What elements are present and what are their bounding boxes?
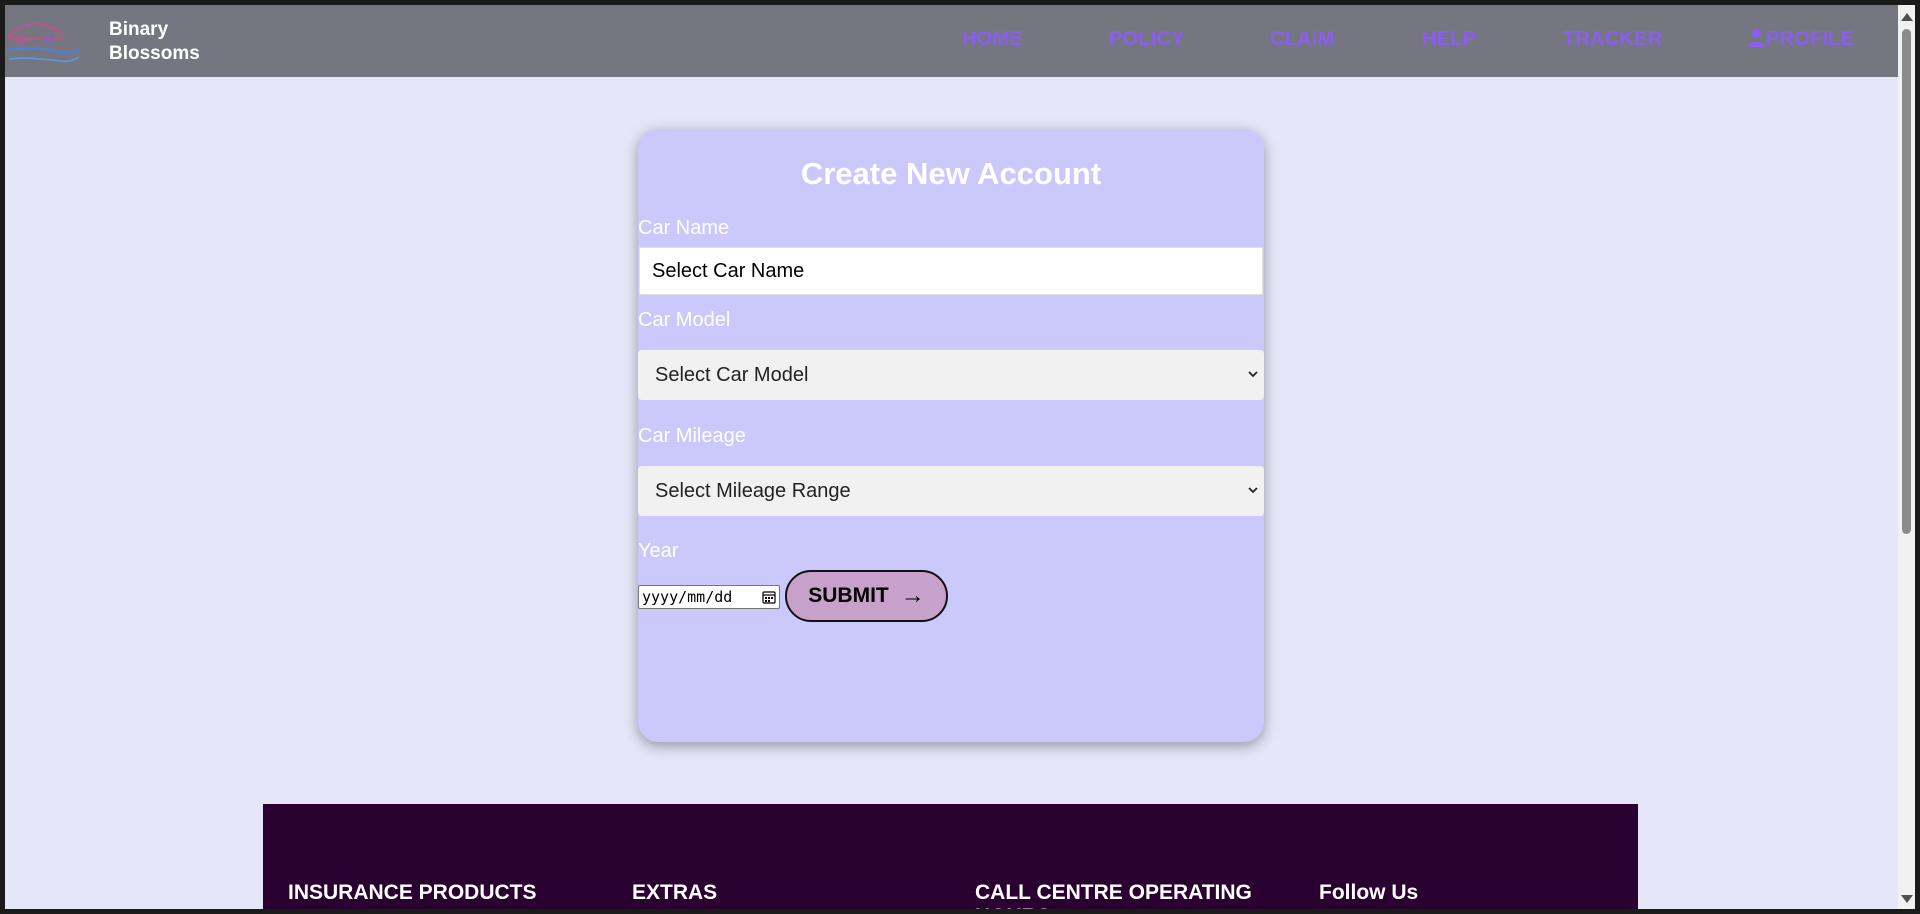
car-name-value: Select Car Name [652,259,805,282]
car-model-select[interactable]: Select Car Model [638,350,1264,400]
scroll-down-arrow-icon[interactable] [1901,895,1913,903]
car-mileage-value: Select Mileage Range [655,479,851,502]
person-icon [1748,28,1765,47]
arrow-right-icon: → [900,582,925,609]
nav-profile-label: PROFILE [1766,28,1855,50]
page-viewport: Binary Blossoms HOME POLICY CLAIM HELP T… [5,5,1898,909]
scroll-thumb[interactable] [1902,29,1911,534]
year-label: Year [638,540,679,562]
form-title: Create New Account [800,156,1102,191]
nav-links: HOME POLICY CLAIM HELP TRACKER PROFILE [5,5,1898,77]
car-mileage-select[interactable]: Select Mileage Range [638,466,1264,516]
submit-button[interactable]: SUBMIT → [785,570,948,622]
top-navbar: Binary Blossoms HOME POLICY CLAIM HELP T… [5,5,1898,77]
nav-tracker-link[interactable]: TRACKER [1563,28,1662,51]
site-footer: INSURANCE PRODUCTS EXTRAS CALL CENTRE OP… [263,804,1638,909]
footer-extras-heading: EXTRAS [632,881,718,904]
scroll-up-arrow-icon[interactable] [1901,13,1913,21]
chevron-down-icon [1248,371,1258,378]
footer-call-centre-heading: CALL CENTRE OPERATING HOURS [975,881,1252,909]
car-model-label: Car Model [638,309,731,331]
car-name-input[interactable]: Select Car Name [639,247,1263,295]
nav-help-link[interactable]: HELP [1422,28,1476,51]
vertical-scrollbar[interactable] [1898,5,1915,909]
footer-follow-us-heading: Follow Us [1319,881,1419,904]
car-model-value: Select Car Model [655,363,809,386]
date-placeholder: yyyy/mm/dd [642,588,733,606]
chevron-down-icon [1248,487,1258,494]
nav-policy-link[interactable]: POLICY [1109,28,1185,51]
create-account-card: Create New Account Car Name Select Car N… [638,129,1264,742]
nav-claim-link[interactable]: CLAIM [1270,28,1334,51]
nav-profile-link[interactable]: PROFILE [1748,28,1854,51]
car-mileage-label: Car Mileage [638,425,746,447]
submit-label: SUBMIT [808,584,889,607]
year-date-input[interactable]: yyyy/mm/dd [638,585,780,609]
calendar-icon[interactable] [762,590,776,604]
car-name-label: Car Name [638,217,730,239]
footer-insurance-products-heading: INSURANCE PRODUCTS [288,881,537,904]
nav-home-link[interactable]: HOME [962,28,1023,51]
